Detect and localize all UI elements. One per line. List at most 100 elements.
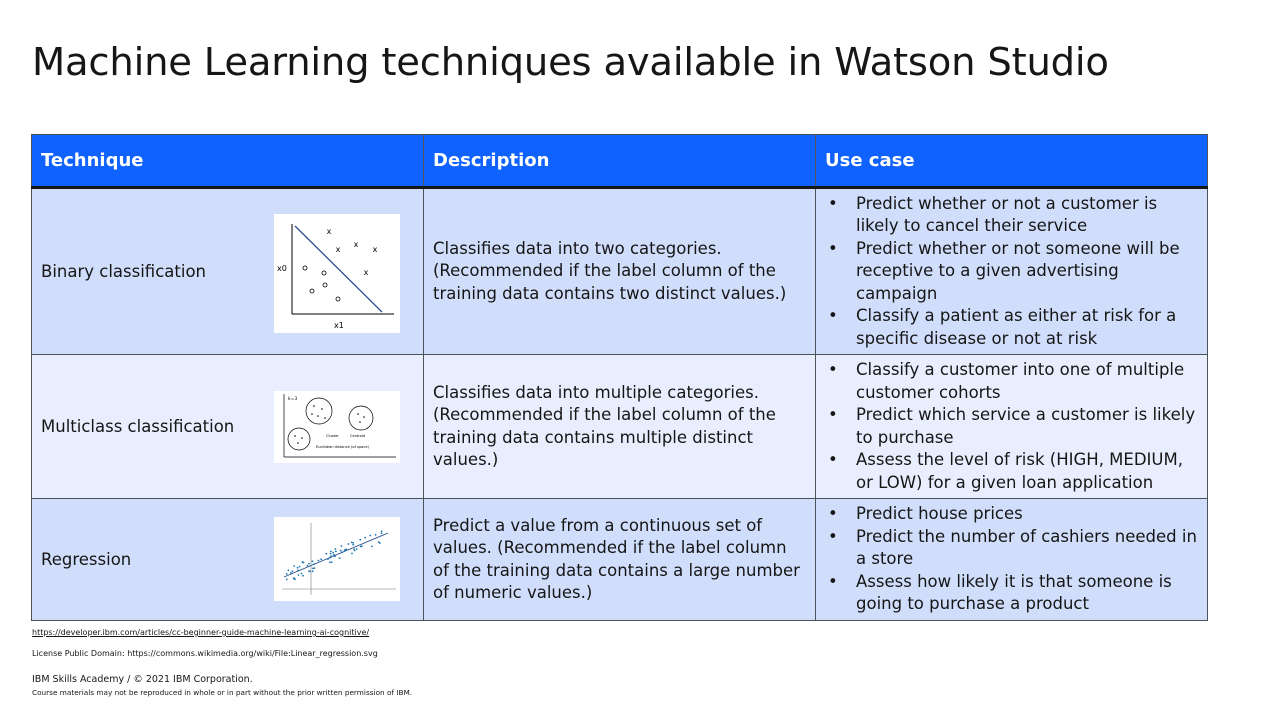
use-case-cell: Predict whether or not a customer is lik… xyxy=(815,187,1208,355)
y-axis-label: x0 xyxy=(277,264,287,273)
regression-point xyxy=(311,560,314,563)
regression-point xyxy=(369,534,372,537)
use-case-item: Assess the level of risk (HIGH, MEDIUM, … xyxy=(825,449,1198,494)
regression-point xyxy=(311,570,314,573)
regression-point xyxy=(328,556,331,559)
use-case-item: Predict which service a customer is like… xyxy=(825,404,1198,449)
regression-point xyxy=(320,558,323,561)
multiclass-classification-image: k=3 Cluster Centroid Euclidean distance … xyxy=(274,391,400,463)
technique-cell: Multiclass classification k=3 Cluster Ce… xyxy=(31,354,424,499)
use-case-item: Predict the number of cashiers needed in… xyxy=(825,526,1198,571)
table-row: Multiclass classification k=3 Cluster Ce… xyxy=(31,354,1208,499)
source-link[interactable]: https://developer.ibm.com/articles/cc-be… xyxy=(32,628,369,637)
regression-point xyxy=(364,536,366,539)
slide-title: Machine Learning techniques available in… xyxy=(32,40,1109,85)
regression-point xyxy=(351,552,353,555)
regression-point xyxy=(330,561,333,563)
use-case-item: Predict whether or not a customer is lik… xyxy=(825,193,1198,238)
use-case-cell: Classify a customer into one of multiple… xyxy=(815,354,1208,499)
regression-point xyxy=(380,532,383,535)
table-row: Binary classification x x x x x x0 x1 Cl… xyxy=(31,187,1208,355)
regression-point xyxy=(289,572,292,574)
regression-point xyxy=(355,548,358,550)
regression-point xyxy=(347,543,350,545)
regression-point xyxy=(332,551,334,554)
regression-point xyxy=(340,545,343,547)
regression-point xyxy=(329,552,332,555)
license-note: License Public Domain: https://commons.w… xyxy=(32,649,378,658)
regression-point xyxy=(294,578,296,581)
techniques-table: Technique Description Use case Binary cl… xyxy=(31,134,1208,621)
regression-point xyxy=(341,551,343,554)
distance-label: Euclidean distance (of space) xyxy=(316,445,370,449)
regression-point xyxy=(285,573,288,575)
svg-text:x: x xyxy=(327,227,332,236)
regression-point xyxy=(327,558,329,560)
description-cell: Predict a value from a continuous set of… xyxy=(423,498,816,621)
svg-text:x: x xyxy=(336,245,341,254)
regression-point xyxy=(302,574,304,577)
regression-point xyxy=(308,562,310,565)
x-axis-label: x1 xyxy=(334,321,344,330)
svg-text:x: x xyxy=(364,268,369,277)
technique-name: Multiclass classification xyxy=(41,416,235,436)
header-use-case: Use case xyxy=(815,134,1208,189)
use-case-item: Predict house prices xyxy=(825,503,1198,526)
svg-text:x: x xyxy=(354,240,359,249)
use-case-item: Classify a customer into one of multiple… xyxy=(825,359,1198,404)
binary-classification-image: x x x x x x0 x1 xyxy=(274,214,400,333)
header-technique: Technique xyxy=(31,134,424,189)
regression-point xyxy=(293,565,296,567)
use-case-item: Assess how likely it is that someone is … xyxy=(825,571,1198,616)
regression-point xyxy=(374,534,377,536)
regression-point xyxy=(308,570,310,572)
regression-point xyxy=(339,549,342,552)
use-case-list: Predict whether or not a customer is lik… xyxy=(825,193,1198,351)
regression-point xyxy=(291,570,294,573)
use-case-item: Predict whether or not someone will be r… xyxy=(825,238,1198,306)
technique-cell: Binary classification x x x x x x0 x1 xyxy=(31,187,424,355)
regression-point xyxy=(325,552,328,555)
use-case-list: Predict house prices Predict the number … xyxy=(825,503,1198,616)
use-case-cell: Predict house prices Predict the number … xyxy=(815,498,1208,621)
regression-point xyxy=(297,574,300,576)
copyright-note: IBM Skills Academy / © 2021 IBM Corporat… xyxy=(32,674,253,685)
regression-point xyxy=(338,557,341,559)
regression-point xyxy=(296,566,299,569)
regression-point xyxy=(334,555,336,558)
regression-point xyxy=(313,563,315,566)
regression-point xyxy=(352,543,355,546)
table-row: Regression Predict a value from a contin… xyxy=(31,498,1208,621)
regression-point xyxy=(287,569,290,572)
description-cell: Classifies data into two categories. (Re… xyxy=(423,187,816,355)
regression-point xyxy=(300,572,303,575)
regression-point xyxy=(353,549,356,552)
regression-point xyxy=(380,530,383,533)
regression-point xyxy=(370,545,373,548)
regression-point xyxy=(301,561,304,564)
regression-point xyxy=(359,538,362,541)
k-label: k=3 xyxy=(288,396,297,402)
regression-point xyxy=(285,578,288,581)
regression-point xyxy=(359,545,362,548)
regression-point xyxy=(377,541,380,543)
description-cell: Classifies data into multiple categories… xyxy=(423,354,816,499)
regression-point xyxy=(312,567,314,570)
svg-text:x: x xyxy=(373,245,378,254)
regression-point xyxy=(330,555,332,558)
cluster-label: Cluster xyxy=(326,434,339,438)
rights-note: Course materials may not be reproduced i… xyxy=(32,688,413,697)
use-case-item: Classify a patient as either at risk for… xyxy=(825,305,1198,350)
regression-point xyxy=(298,565,301,568)
regression-point xyxy=(334,548,337,550)
regression-point xyxy=(297,569,299,572)
centroid-label: Centroid xyxy=(350,434,365,438)
header-description: Description xyxy=(423,134,816,189)
use-case-list: Classify a customer into one of multiple… xyxy=(825,359,1198,494)
regression-point xyxy=(335,550,337,553)
table-header-row: Technique Description Use case xyxy=(31,134,1208,189)
regression-point xyxy=(330,550,332,553)
technique-cell: Regression xyxy=(31,498,424,621)
regression-point xyxy=(352,542,355,544)
technique-name: Regression xyxy=(41,549,132,569)
